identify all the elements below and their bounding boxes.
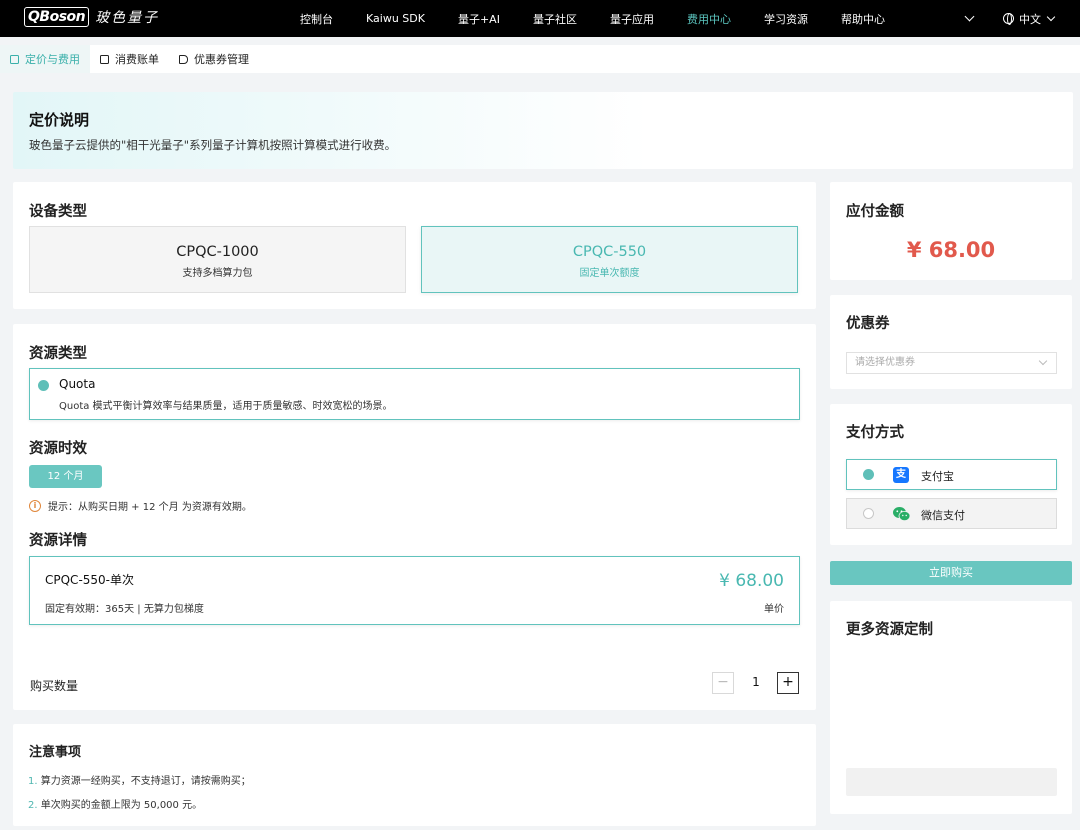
device-type-card: 设备类型 CPQC-1000 支持多档算力包 CPQC-550 固定单次额度 xyxy=(13,182,816,309)
banner-description: 玻色量子云提供的"相干光量子"系列量子计算机按照计算模式进行收费。 xyxy=(29,138,397,152)
nav-item-billing[interactable]: 费用中心 xyxy=(687,11,731,27)
note-text: 算力资源一经购买，不支持退订，请按需购买； xyxy=(40,776,251,787)
payment-label: 支付宝 xyxy=(921,470,954,483)
quantity-value[interactable]: 1 xyxy=(741,675,771,689)
tab-pricing[interactable]: 定价与费用 xyxy=(0,45,90,73)
device-type-title: 设备类型 xyxy=(29,204,87,220)
pricing-icon xyxy=(10,54,19,64)
tab-bills[interactable]: 消费账单 xyxy=(90,45,169,73)
note-number: 2. xyxy=(28,800,38,811)
nav-item-learning[interactable]: 学习资源 xyxy=(764,11,808,27)
chevron-down-icon xyxy=(1046,12,1056,21)
more-resources-placeholder xyxy=(846,768,1057,796)
term-hint: i 提示：从购买日期 + 12 个月 为资源有效期。 xyxy=(29,498,252,513)
quantity-label: 购买数量 xyxy=(30,679,79,693)
device-name: CPQC-1000 xyxy=(176,244,259,260)
coupon-title: 优惠券 xyxy=(846,316,890,332)
more-resources-card: 更多资源定制 xyxy=(830,601,1072,814)
payment-option-wechat[interactable]: 微信支付 xyxy=(846,498,1057,529)
amount-title: 应付金额 xyxy=(846,204,904,220)
note-item: 1. 算力资源一经购买，不支持退订，请按需购买； xyxy=(28,772,251,787)
chevron-down-icon[interactable] xyxy=(964,11,975,22)
banner-title: 定价说明 xyxy=(29,111,90,129)
coupon-select[interactable]: 请选择优惠券 xyxy=(846,352,1057,374)
resource-term-title: 资源时效 xyxy=(29,441,87,457)
device-option-cpqc-1000[interactable]: CPQC-1000 支持多档算力包 xyxy=(29,226,406,293)
quantity-increase-button[interactable]: + xyxy=(777,672,799,694)
tab-coupons[interactable]: 优惠券管理 xyxy=(169,45,259,73)
language-label: 中文 xyxy=(1019,12,1041,26)
nav-item-kaiwu-sdk[interactable]: Kaiwu SDK xyxy=(366,12,425,25)
detail-unit: 单价 xyxy=(764,604,784,615)
nav-item-console[interactable]: 控制台 xyxy=(300,11,333,27)
nav-menu: 控制台 Kaiwu SDK 量子+AI 量子社区 量子应用 费用中心 学习资源 … xyxy=(300,0,918,37)
buy-now-button[interactable]: 立即购买 xyxy=(830,561,1072,585)
quota-title: Quota xyxy=(59,377,96,391)
globe-icon xyxy=(1003,13,1014,25)
device-subtitle: 固定单次额度 xyxy=(579,268,640,279)
tab-label: 定价与费用 xyxy=(25,53,80,66)
subtab-bar: 定价与费用 消费账单 优惠券管理 xyxy=(0,45,1080,73)
quantity-decrease-button[interactable]: − xyxy=(712,672,734,694)
more-resources-title: 更多资源定制 xyxy=(846,622,933,638)
detail-name: CPQC-550-单次 xyxy=(45,573,135,587)
hint-text: 提示：从购买日期 + 12 个月 为资源有效期。 xyxy=(48,502,252,513)
resource-detail-box: CPQC-550-单次 固定有效期：365天 | 无算力包梯度 ¥ 68.00 … xyxy=(29,556,800,625)
resource-option-quota[interactable]: Quota Quota 模式平衡计算效率与结果质量，适用于质量敏感、时效宽松的场… xyxy=(29,368,800,420)
payment-title: 支付方式 xyxy=(846,425,904,441)
note-number: 1. xyxy=(28,776,38,787)
tab-label: 消费账单 xyxy=(115,53,159,66)
logo-mark: QBoson xyxy=(24,7,90,27)
radio-selected xyxy=(38,380,49,391)
notes-card: 注意事项 1. 算力资源一经购买，不支持退订，请按需购买； 2. 单次购买的金额… xyxy=(13,724,816,826)
resource-detail-title: 资源详情 xyxy=(29,533,87,549)
language-switcher[interactable]: 中文 xyxy=(1003,11,1056,27)
detail-price: ¥ 68.00 xyxy=(719,571,784,591)
coupon-placeholder: 请选择优惠券 xyxy=(855,357,915,368)
top-navbar: QBoson 玻色量子 控制台 Kaiwu SDK 量子+AI 量子社区 量子应… xyxy=(0,0,1080,37)
wechat-icon xyxy=(893,507,911,521)
nav-item-applications[interactable]: 量子应用 xyxy=(610,11,654,27)
note-item: 2. 单次购买的金额上限为 50,000 元。 xyxy=(28,796,202,811)
device-option-cpqc-550[interactable]: CPQC-550 固定单次额度 xyxy=(421,226,798,293)
payment-option-alipay[interactable]: 支 支付宝 xyxy=(846,459,1057,490)
info-icon: i xyxy=(29,499,41,512)
nav-item-community[interactable]: 量子社区 xyxy=(533,11,577,27)
note-text: 单次购买的金额上限为 50,000 元。 xyxy=(40,800,203,811)
resource-card: 资源类型 Quota Quota 模式平衡计算效率与结果质量，适用于质量敏感、时… xyxy=(13,324,816,710)
quota-description: Quota 模式平衡计算效率与结果质量，适用于质量敏感、时效宽松的场景。 xyxy=(59,401,393,412)
logo[interactable]: QBoson 玻色量子 xyxy=(24,7,159,27)
nav-item-help[interactable]: 帮助中心 xyxy=(841,11,885,27)
amount-card: 应付金额 ¥ 68.00 xyxy=(830,182,1072,280)
tab-label: 优惠券管理 xyxy=(194,53,249,66)
resource-type-title: 资源类型 xyxy=(29,346,87,362)
chevron-down-icon xyxy=(1038,356,1048,366)
logo-text: 玻色量子 xyxy=(95,10,160,26)
device-name: CPQC-550 xyxy=(572,244,647,260)
device-subtitle: 支持多档算力包 xyxy=(182,268,253,279)
coupon-card: 优惠券 请选择优惠券 xyxy=(830,295,1072,389)
detail-description: 固定有效期：365天 | 无算力包梯度 xyxy=(45,604,204,615)
nav-right: 中文 xyxy=(964,0,1056,37)
radio-selected xyxy=(863,469,874,480)
term-12-months-button[interactable]: 12 个月 xyxy=(29,465,102,488)
payment-card: 支付方式 支 支付宝 微信支付 xyxy=(830,404,1072,545)
payment-label: 微信支付 xyxy=(921,509,965,522)
radio-unselected xyxy=(863,508,874,519)
pricing-banner: 定价说明 玻色量子云提供的"相干光量子"系列量子计算机按照计算模式进行收费。 xyxy=(13,92,1073,169)
payable-amount: ¥ 68.00 xyxy=(906,238,996,262)
nav-item-quantum-ai[interactable]: 量子+AI xyxy=(458,11,500,27)
notes-title: 注意事项 xyxy=(29,745,82,760)
alipay-icon: 支 xyxy=(893,467,909,483)
bill-icon xyxy=(100,54,109,64)
coupon-icon xyxy=(179,54,188,64)
